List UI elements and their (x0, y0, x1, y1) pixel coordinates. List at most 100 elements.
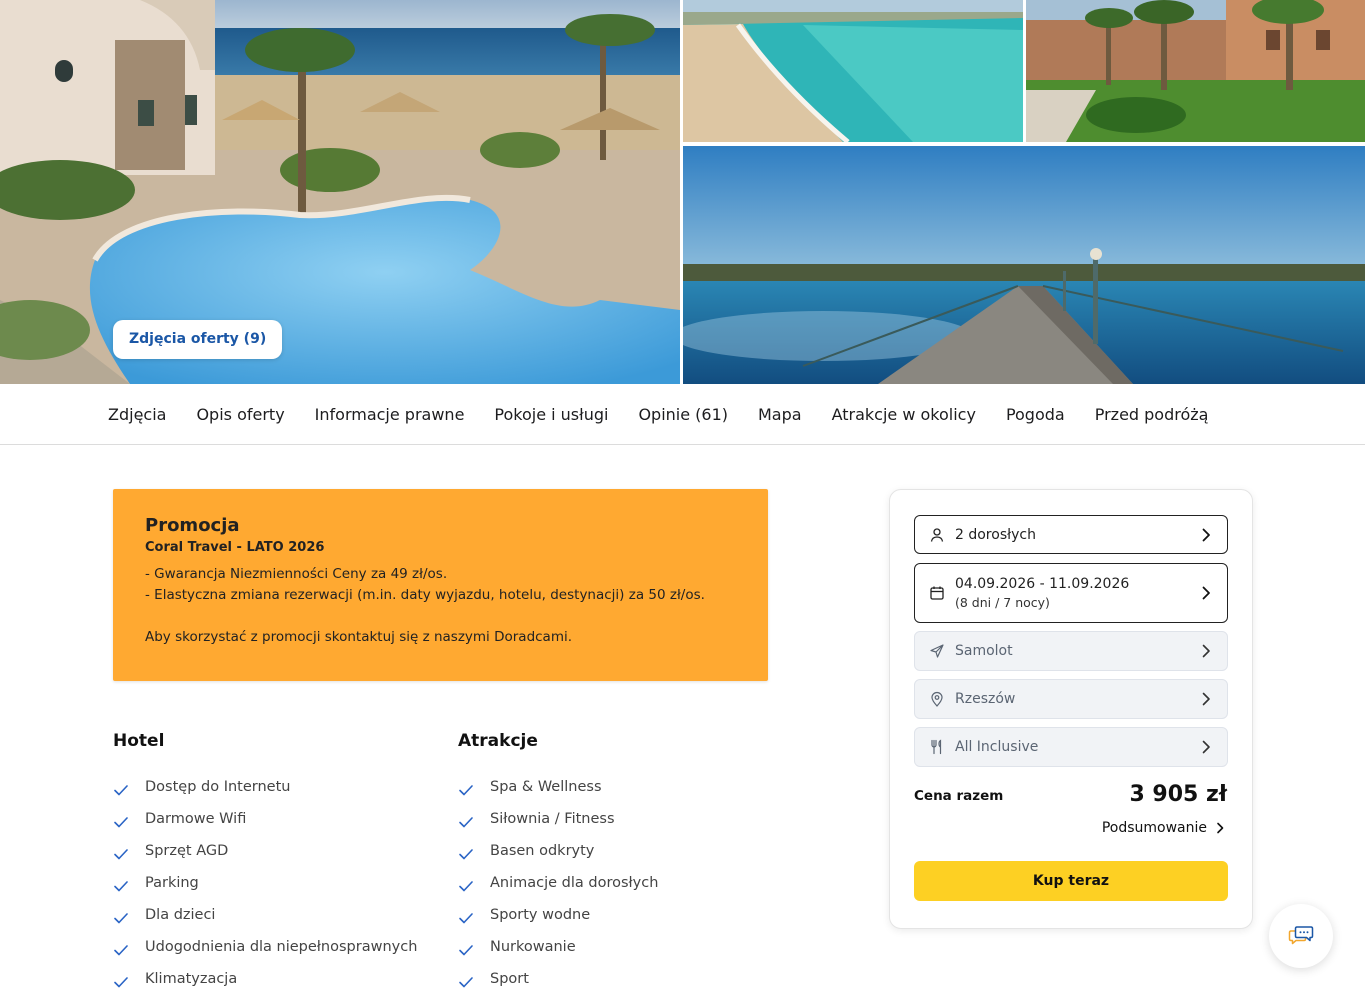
promo-line: - Gwarancja Niezmienności Ceny za 49 zł/… (145, 566, 448, 582)
transport-selector[interactable]: Samolot (914, 631, 1228, 671)
list-item: Spa & Wellness (458, 771, 788, 803)
attractions: Atrakcje Spa & Wellness Siłownia / Fitne… (458, 731, 788, 995)
tab-pokoje-i-uslugi[interactable]: Pokoje i usługi (494, 405, 608, 424)
chevron-right-icon (1217, 822, 1224, 834)
tab-mapa[interactable]: Mapa (758, 405, 802, 424)
list-item: Dla dzieci (113, 899, 443, 931)
tabs-list: Zdjęcia Opis oferty Informacje prawne Po… (108, 384, 1208, 444)
dates-selector[interactable]: 04.09.2026 - 11.09.2026 (8 dni / 7 nocy) (914, 563, 1228, 623)
amenity-label: Dostęp do Internetu (145, 779, 291, 795)
departure-value: Rzeszów (955, 691, 1016, 707)
promo-subtitle: Coral Travel - LATO 2026 (145, 540, 325, 555)
dates-text: 04.09.2026 - 11.09.2026 (8 dni / 7 nocy) (955, 576, 1199, 610)
chevron-right-icon (1202, 586, 1210, 600)
departure-selector[interactable]: Rzeszów (914, 679, 1228, 719)
attraction-list: Spa & Wellness Siłownia / Fitness Basen … (458, 771, 788, 995)
list-item: Sporty wodne (458, 899, 788, 931)
attraction-label: Basen odkryty (490, 843, 595, 859)
check-icon (459, 817, 473, 828)
check-icon (114, 785, 128, 796)
board-selector[interactable]: All Inclusive (914, 727, 1228, 767)
check-icon (459, 977, 473, 988)
chat-bubbles-icon (1288, 926, 1314, 945)
plane-icon (930, 644, 944, 658)
travelers-selector[interactable]: 2 dorosłych (914, 515, 1228, 554)
hotel-amenities: Hotel Dostęp do Internetu Darmowe Wifi S… (113, 731, 443, 995)
check-icon (114, 817, 128, 828)
person-icon (930, 527, 944, 542)
tab-opis-oferty[interactable]: Opis oferty (196, 405, 284, 424)
garden-photo[interactable] (1026, 0, 1365, 142)
tab-pogoda[interactable]: Pogoda (1006, 405, 1065, 424)
list-item: Klimatyzacja (113, 963, 443, 995)
list-item: Siłownia / Fitness (458, 803, 788, 835)
tab-informacje-prawne[interactable]: Informacje prawne (315, 405, 465, 424)
attraction-label: Nurkowanie (490, 939, 576, 955)
list-item: Dostęp do Internetu (113, 771, 443, 803)
attraction-label: Sport (490, 971, 529, 987)
hotel-heading: Hotel (113, 731, 165, 751)
chevron-right-icon (1202, 528, 1210, 541)
check-icon (459, 785, 473, 796)
attraction-label: Animacje dla dorosłych (490, 875, 659, 891)
check-icon (114, 977, 128, 988)
attractions-heading: Atrakcje (458, 731, 538, 751)
tab-opinie[interactable]: Opinie (61) (638, 405, 728, 424)
cutlery-icon (931, 739, 942, 755)
list-item: Basen odkryty (458, 835, 788, 867)
chevron-right-icon (1202, 692, 1210, 706)
amenity-label: Darmowe Wifi (145, 811, 247, 827)
list-item: Animacje dla dorosłych (458, 867, 788, 899)
tab-atrakcje-w-okolicy[interactable]: Atrakcje w okolicy (832, 405, 976, 424)
buy-now-button[interactable]: Kup teraz (914, 861, 1228, 901)
check-icon (114, 913, 128, 924)
amenity-label: Klimatyzacja (145, 971, 238, 987)
amenity-label: Sprzęt AGD (145, 843, 229, 859)
check-icon (459, 881, 473, 892)
chat-button[interactable] (1269, 904, 1333, 968)
summary-label: Podsumowanie (1101, 820, 1207, 836)
travelers-value: 2 dorosłych (955, 526, 1036, 543)
list-item: Sprzęt AGD (113, 835, 443, 867)
photo-gallery: Zdjęcia oferty (9) (0, 0, 1365, 384)
attraction-label: Siłownia / Fitness (490, 811, 615, 827)
promo-line: - Elastyczna zmiana rezerwacji (m.in. da… (145, 587, 705, 603)
beach-photo[interactable] (683, 0, 1023, 142)
hotel-amenity-list: Dostęp do Internetu Darmowe Wifi Sprzęt … (113, 771, 443, 995)
chevron-right-icon (1202, 740, 1210, 754)
offer-tabs: Zdjęcia Opis oferty Informacje prawne Po… (0, 384, 1365, 445)
check-icon (459, 945, 473, 956)
duration-value: (8 dni / 7 nocy) (955, 595, 1050, 610)
check-icon (114, 945, 128, 956)
list-item: Nurkowanie (458, 931, 788, 963)
promo-box: Promocja Coral Travel - LATO 2026 - Gwar… (113, 489, 768, 681)
amenity-label: Dla dzieci (145, 907, 216, 923)
check-icon (114, 849, 128, 860)
pier-photo[interactable] (683, 146, 1365, 384)
tab-przed-podroza[interactable]: Przed podróżą (1095, 405, 1209, 424)
price-label: Cena razem (914, 788, 1004, 804)
transport-value: Samolot (955, 643, 1013, 659)
board-value: All Inclusive (955, 739, 1039, 755)
list-item: Darmowe Wifi (113, 803, 443, 835)
check-icon (459, 849, 473, 860)
check-icon (459, 913, 473, 924)
amenity-label: Parking (145, 875, 199, 891)
location-pin-icon (931, 691, 943, 707)
attraction-label: Sporty wodne (490, 907, 591, 923)
total-price: 3 905 zł (1129, 782, 1227, 807)
booking-card: 2 dorosłych 04.09.2026 - 11.09.2026 (8 d… (889, 489, 1253, 929)
check-icon (114, 881, 128, 892)
dates-value: 04.09.2026 - 11.09.2026 (955, 576, 1130, 592)
attraction-label: Spa & Wellness (490, 779, 602, 795)
list-item: Sport (458, 963, 788, 995)
list-item: Udogodnienia dla niepełnosprawnych (113, 931, 443, 963)
tab-zdjecia[interactable]: Zdjęcia (108, 405, 166, 424)
list-item: Parking (113, 867, 443, 899)
promo-title: Promocja (145, 515, 240, 536)
promo-note: Aby skorzystać z promocji skontaktuj się… (145, 629, 573, 645)
chevron-right-icon (1202, 644, 1210, 658)
photos-count-button[interactable]: Zdjęcia oferty (9) (113, 320, 283, 359)
hotel-pool-photo[interactable] (0, 0, 680, 384)
summary-link[interactable]: Podsumowanie (1102, 820, 1225, 836)
